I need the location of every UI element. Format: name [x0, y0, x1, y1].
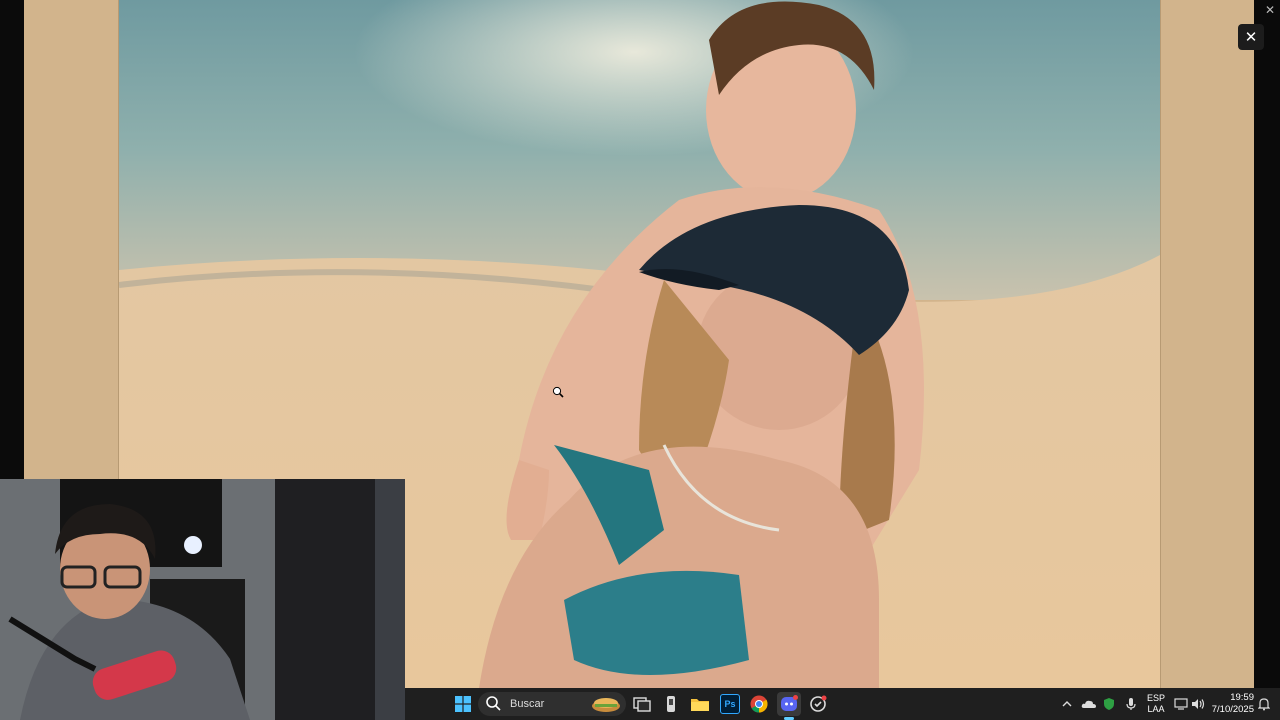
- discord-icon[interactable]: [777, 692, 801, 716]
- widgets-icon: [592, 698, 620, 712]
- chevron-up-icon[interactable]: [1058, 692, 1076, 716]
- search-icon: [486, 696, 501, 711]
- app-icon[interactable]: [806, 692, 830, 716]
- clock-time: 19:59: [1230, 692, 1254, 703]
- notification-icon[interactable]: [1256, 692, 1272, 716]
- language-indicator[interactable]: ESP LAA: [1143, 693, 1169, 717]
- task-view-icon[interactable]: [630, 692, 654, 716]
- viewer-close-button[interactable]: ✕: [1238, 24, 1264, 50]
- microphone-icon[interactable]: [1122, 692, 1140, 716]
- chrome-icon[interactable]: [747, 692, 771, 716]
- file-explorer-icon[interactable]: [688, 692, 712, 716]
- app-icon[interactable]: [659, 692, 683, 716]
- search-placeholder: Buscar: [510, 698, 545, 710]
- start-icon[interactable]: [451, 692, 475, 716]
- photoshop-label: Ps: [720, 694, 740, 714]
- clock-date: 7/10/2025: [1211, 704, 1254, 715]
- system-clock[interactable]: 19:59 7/10/2025: [1206, 692, 1254, 718]
- security-icon[interactable]: [1100, 692, 1118, 716]
- webcam-overlay: [0, 479, 405, 720]
- window-close-button[interactable]: ✕: [1262, 2, 1278, 18]
- left-edge: [0, 0, 24, 480]
- screen: ✕ ✕ Buscar Ps ESP LAA 19:59 7/10/2025: [0, 0, 1280, 720]
- zoom-cursor-icon: [552, 386, 564, 398]
- taskbar-search-box[interactable]: Buscar: [478, 692, 626, 716]
- keyboard-layout: LAA: [1147, 704, 1165, 714]
- network-icon[interactable]: [1172, 692, 1190, 716]
- language-code: ESP: [1146, 693, 1165, 703]
- right-edge: [1254, 0, 1280, 688]
- volume-icon[interactable]: [1189, 692, 1207, 716]
- onedrive-icon[interactable]: [1080, 692, 1098, 716]
- photoshop-icon[interactable]: Ps: [718, 692, 742, 716]
